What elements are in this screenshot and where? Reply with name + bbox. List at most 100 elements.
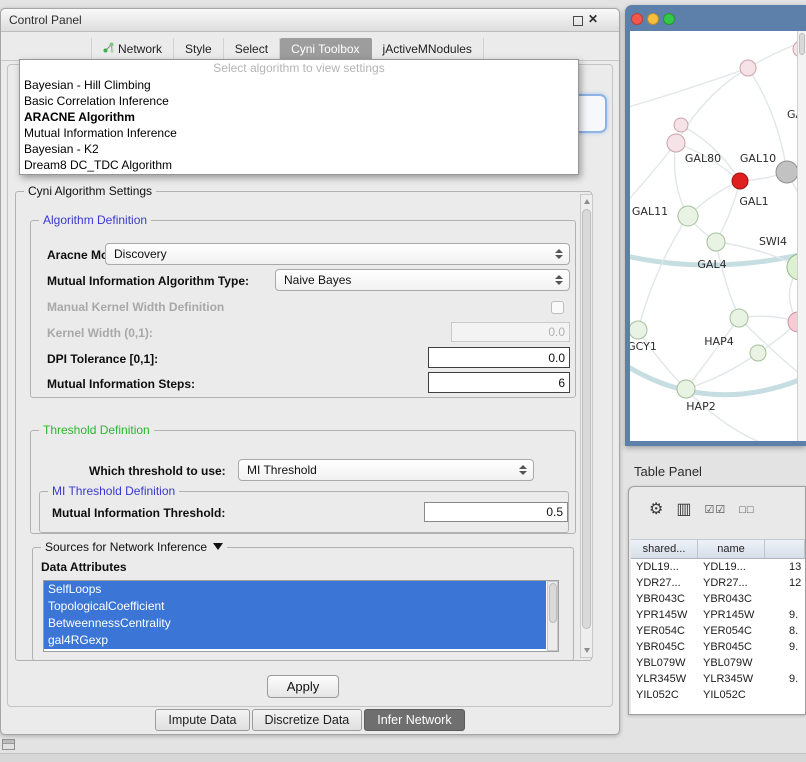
network-edge <box>686 353 758 389</box>
table-cell: YPR145W <box>631 607 698 623</box>
deselect-rows-icon[interactable]: □□ <box>739 505 754 516</box>
float-window-icon[interactable] <box>573 16 583 26</box>
select-rows-icon[interactable]: ☑☑ <box>704 505 726 516</box>
window-title: Control Panel <box>9 13 82 27</box>
attribute-item-topologicalcoefficient[interactable]: TopologicalCoefficient <box>44 598 546 615</box>
network-node[interactable] <box>630 321 647 339</box>
scroll-down-icon[interactable] <box>584 648 590 653</box>
mi-type-select[interactable]: Naive Bayes <box>275 269 570 291</box>
table-row[interactable]: YBL079WYBL079W <box>631 655 805 671</box>
algorithm-placeholder-option[interactable]: Select algorithm to view settings <box>20 60 578 77</box>
node-label: GAL11 <box>632 205 668 218</box>
table-row[interactable]: YPR145WYPR145W9. <box>631 607 805 623</box>
attribute-item-betweennesscentrality[interactable]: BetweennessCentrality <box>44 615 546 632</box>
sources-section-toggle[interactable]: Sources for Network Inference <box>41 540 227 554</box>
algorithm-option-aracne-algorithm[interactable]: ARACNE Algorithm <box>20 109 578 125</box>
table-row[interactable]: YDR27...YDR27...12 <box>631 575 805 591</box>
table-cell: YBR045C <box>698 639 765 655</box>
node-label: GAL1 <box>739 195 768 208</box>
table-row[interactable]: YBR043CYBR043C <box>631 591 805 607</box>
aracne-mode-select[interactable]: Discovery <box>105 243 570 265</box>
which-threshold-select[interactable]: MI Threshold <box>238 459 534 481</box>
network-edge <box>638 330 686 389</box>
manual-kernel-checkbox[interactable] <box>551 301 564 314</box>
network-node[interactable] <box>677 380 695 398</box>
mac-zoom-button[interactable] <box>663 13 675 25</box>
bottom-tab-impute-data[interactable]: Impute Data <box>155 709 249 731</box>
node-label: GAL4 <box>697 258 726 271</box>
network-node[interactable] <box>730 309 748 327</box>
table-row[interactable]: YLR345WYLR345W9. <box>631 671 805 687</box>
tab-select[interactable]: Select <box>224 38 280 61</box>
kernel-width-field[interactable]: 0.0 <box>451 322 570 342</box>
control-panel-window: Control Panel ✕ NetworkStyleSelectCyni T… <box>0 8 620 735</box>
network-node[interactable] <box>740 60 756 76</box>
tab-network[interactable]: Network <box>91 38 174 61</box>
table-panel-tab[interactable]: Table Panel <box>634 464 702 479</box>
network-node[interactable] <box>678 206 698 226</box>
apply-button[interactable]: Apply <box>267 675 339 698</box>
table-row[interactable]: YER054CYER054C8. <box>631 623 805 639</box>
algorithm-option-dream8-dc-tdc-algorithm[interactable]: Dream8 DC_TDC Algorithm <box>20 157 578 173</box>
close-icon[interactable]: ✕ <box>588 12 598 26</box>
scrollbar-thumb[interactable] <box>799 33 805 55</box>
mi-steps-label: Mutual Information Steps: <box>47 377 195 391</box>
dpi-tolerance-field[interactable]: 0.0 <box>428 347 570 368</box>
table-cell <box>765 591 805 607</box>
table-cell: YIL052C <box>698 687 765 703</box>
mac-minimize-button[interactable] <box>647 13 659 25</box>
network-edge <box>716 181 740 242</box>
group-title: MI Threshold Definition <box>48 484 179 498</box>
algorithm-dropdown-popup: Select algorithm to view settings Bayesi… <box>19 59 579 175</box>
network-edge <box>638 216 688 330</box>
algorithm-option-mutual-information-inference[interactable]: Mutual Information Inference <box>20 125 578 141</box>
network-node[interactable] <box>667 134 685 152</box>
restore-panel-icon[interactable] <box>2 739 15 750</box>
algorithm-definition-group: Algorithm Definition Aracne Mode: Discov… <box>30 220 576 398</box>
table-header-cell[interactable]: shared... <box>631 540 698 558</box>
table-cell: YBR045C <box>631 639 698 655</box>
network-node[interactable] <box>776 161 798 183</box>
network-node[interactable] <box>707 233 725 251</box>
network-node[interactable] <box>674 118 688 132</box>
data-attributes-list: SelfLoopsTopologicalCoefficientBetweenne… <box>43 580 559 652</box>
table-cell: YLR345W <box>698 671 765 687</box>
combo-arrows-icon <box>519 465 528 475</box>
mi-threshold-field[interactable]: 0.5 <box>424 502 568 522</box>
attribute-item-selfloops[interactable]: SelfLoops <box>44 581 546 598</box>
algorithm-option-bayesian-k2[interactable]: Bayesian - K2 <box>20 141 578 157</box>
column-chooser-icon[interactable]: ▥ <box>676 502 691 518</box>
network-vertical-scrollbar[interactable] <box>797 31 806 441</box>
network-edge <box>630 68 748 111</box>
threshold-definition-group: Threshold Definition Which threshold to … <box>30 430 576 534</box>
table-row[interactable]: YBR045CYBR045C9. <box>631 639 805 655</box>
attribute-item-gal4rgexp[interactable]: gal4RGexp <box>44 632 546 649</box>
scrollbar-thumb[interactable] <box>582 209 591 629</box>
tab-style[interactable]: Style <box>174 38 224 61</box>
node-label: GAL10 <box>740 152 776 165</box>
algorithm-option-bayesian-hill-climbing[interactable]: Bayesian - Hill Climbing <box>20 77 578 93</box>
bottom-tab-infer-network[interactable]: Infer Network <box>364 709 464 731</box>
table-body: YDL19...YDL19...13YDR27...YDR27...12YBR0… <box>631 559 805 703</box>
settings-scrollbar[interactable] <box>580 194 593 658</box>
table-row[interactable]: YDL19...YDL19...13 <box>631 559 805 575</box>
collapse-arrow-icon <box>213 543 223 550</box>
algorithm-options: Bayesian - Hill ClimbingBasic Correlatio… <box>20 77 578 173</box>
mi-steps-field[interactable]: 6 <box>428 372 570 393</box>
network-node[interactable] <box>732 173 748 189</box>
scroll-up-icon[interactable] <box>584 199 590 204</box>
settings-gear-icon[interactable]: ⚙ <box>649 502 663 518</box>
algorithm-option-basic-correlation-inference[interactable]: Basic Correlation Inference <box>20 93 578 109</box>
network-node[interactable] <box>750 345 766 361</box>
combo-arrows-icon <box>555 275 564 285</box>
attributes-scrollbar[interactable] <box>547 581 558 651</box>
tab-cyni-toolbox[interactable]: Cyni Toolbox <box>280 38 371 61</box>
bottom-tab-discretize-data[interactable]: Discretize Data <box>252 709 363 731</box>
table-cell: YBR043C <box>631 591 698 607</box>
table-header-cell[interactable]: name <box>698 540 765 558</box>
table-header-cell[interactable] <box>765 540 805 558</box>
mac-close-button[interactable] <box>631 13 643 25</box>
tab-jactivemnodules[interactable]: jActiveMNodules <box>372 38 484 61</box>
table-row[interactable]: YIL052CYIL052C <box>631 687 805 703</box>
scrollbar-thumb[interactable] <box>549 583 557 623</box>
